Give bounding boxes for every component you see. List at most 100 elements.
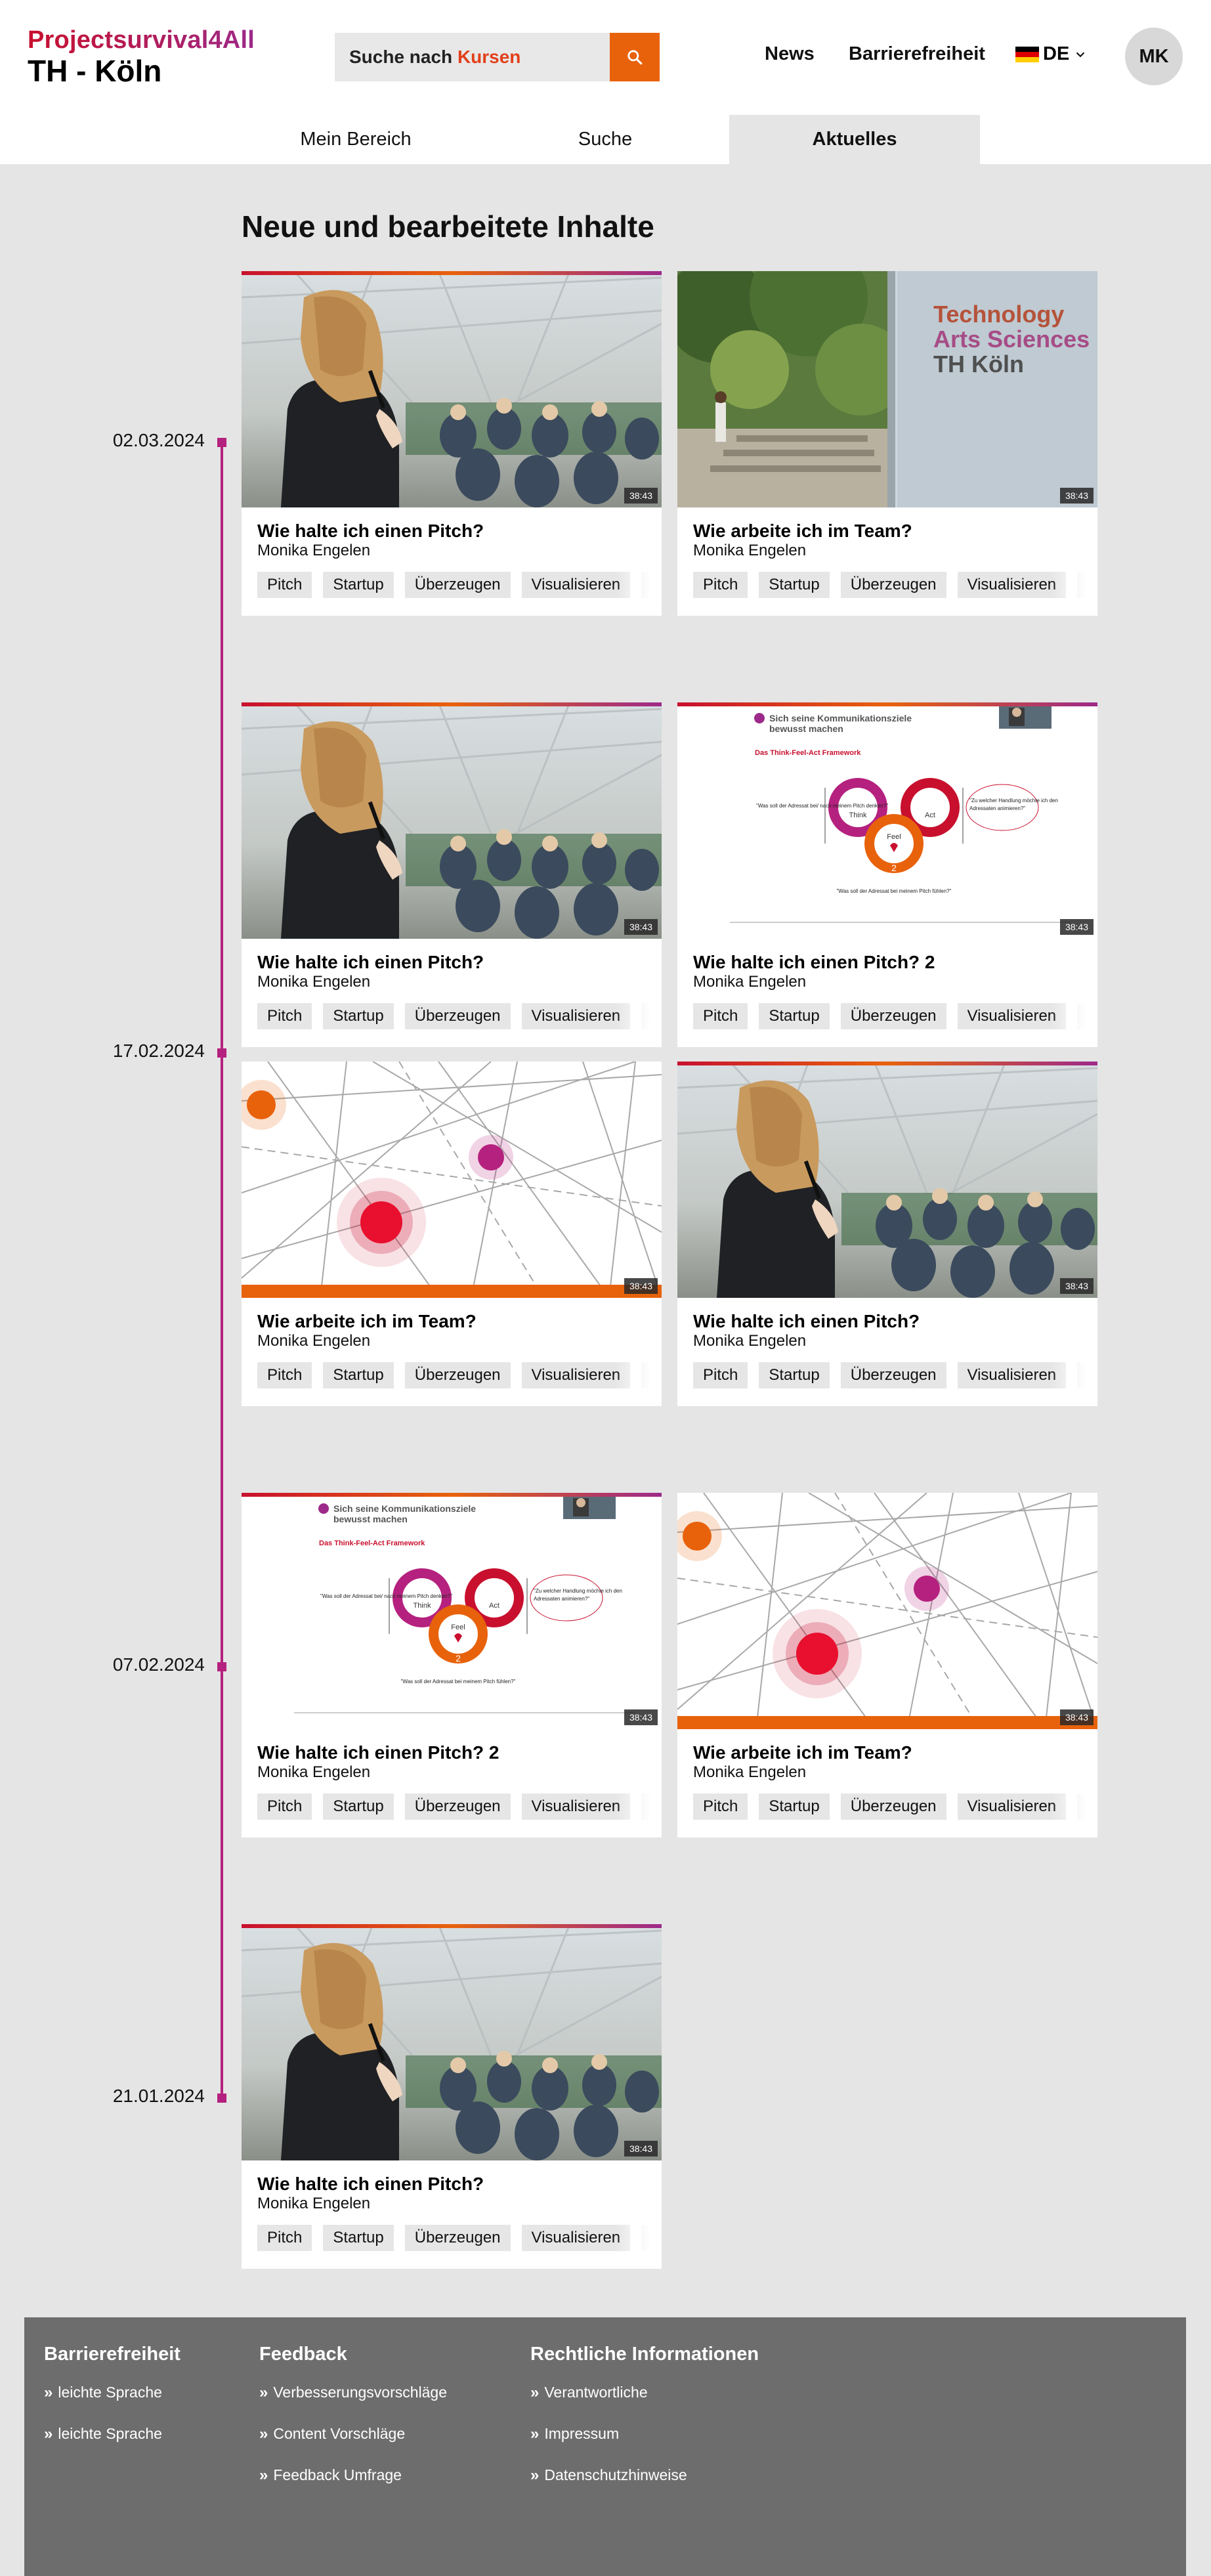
svg-text:1: 1	[855, 786, 860, 796]
nav-news[interactable]: News	[765, 43, 815, 65]
tag-chip[interactable]: Pitch	[257, 572, 312, 598]
tag-chip[interactable]: Überzeugen	[840, 1793, 946, 1820]
card-title[interactable]: Wie arbeite ich im Team?	[257, 1311, 477, 1332]
tag-chip[interactable]: Pitch	[693, 1793, 748, 1820]
timeline-date: 02.03.2024	[112, 430, 205, 450]
tag-chip[interactable]: Visualisieren	[521, 1362, 631, 1388]
footer-link[interactable]: » leichte Sprache	[44, 2425, 181, 2466]
tag-chip[interactable]: Überzeugen	[404, 572, 511, 598]
content-card[interactable]: 38:43 Wie halte ich einen Pitch? Monika En…	[242, 702, 662, 1047]
tag-chip[interactable]: Überzeugen	[404, 1793, 511, 1820]
video-thumbnail[interactable]	[242, 1062, 662, 1298]
card-title[interactable]: Wie halte ich einen Pitch? 2	[257, 1742, 499, 1763]
brand-project-name: Projectsurvival4All	[28, 26, 255, 54]
tag-chip[interactable]: Überzeugen	[404, 2225, 511, 2251]
card-title[interactable]: Wie halte ich einen Pitch?	[257, 521, 484, 542]
tag-list: PitchStartupÜberzeugenVisualisierenVo	[693, 1003, 1097, 1029]
tag-chip[interactable]: Pitch	[257, 1362, 312, 1388]
tag-chip[interactable]: Überzeugen	[404, 1362, 511, 1388]
tag-chip[interactable]: Pitch	[257, 2225, 312, 2251]
footer-link[interactable]: » Content Vorschläge	[259, 2425, 447, 2466]
video-thumbnail[interactable]: Sich seine Kommunikationsziele bewusst m…	[242, 1493, 662, 1729]
tag-chip[interactable]: Visualisieren	[521, 1793, 631, 1820]
tag-chip[interactable]: Überzeugen	[404, 1003, 511, 1029]
tag-chip[interactable]: Visualisieren	[957, 572, 1067, 598]
content-card[interactable]: Sich seine Kommunikationsziele bewusst m…	[677, 702, 1097, 1047]
card-accent-bar	[677, 1062, 1097, 1065]
tag-chip[interactable]: Überzeugen	[840, 1362, 946, 1388]
tag-chip[interactable]: Startup	[323, 1793, 394, 1820]
content-card[interactable]: Technology Arts Sciences TH Köln 38:43 Wi…	[677, 271, 1097, 616]
user-avatar[interactable]: MK	[1125, 28, 1183, 85]
content-card[interactable]: 38:43 Wie arbeite ich im Team? Monika Enge…	[677, 1493, 1097, 1837]
footer-heading: Barrierefreiheit	[44, 2344, 181, 2365]
content-card[interactable]: 38:43 Wie arbeite ich im Team? Monika Enge…	[242, 1062, 662, 1406]
tag-chip[interactable]: Startup	[759, 1793, 830, 1820]
slide-question-act: "Zu welcher Handlung möchte ich den	[534, 1588, 622, 1594]
tag-chip[interactable]: Überzeugen	[840, 1003, 946, 1029]
tag-chip[interactable]: Startup	[759, 572, 830, 598]
video-thumbnail[interactable]	[677, 1493, 1097, 1729]
tag-chip[interactable]: Startup	[323, 1362, 394, 1388]
tag-chip[interactable]: Visualisieren	[521, 2225, 631, 2251]
nav-accessibility[interactable]: Barrierefreiheit	[849, 43, 985, 65]
video-thumbnail[interactable]	[677, 1062, 1097, 1298]
card-title[interactable]: Wie arbeite ich im Team?	[693, 521, 912, 542]
tag-chip[interactable]: Visualisieren	[957, 1003, 1067, 1029]
video-thumbnail[interactable]	[242, 702, 662, 939]
footer-link[interactable]: » leichte Sprache	[44, 2384, 181, 2425]
footer-heading: Feedback	[259, 2344, 347, 2365]
card-title[interactable]: Wie arbeite ich im Team?	[693, 1742, 912, 1763]
tag-overflow-fade	[1052, 1788, 1097, 1825]
video-thumbnail[interactable]: Technology Arts Sciences TH Köln	[677, 271, 1097, 507]
tag-chip[interactable]: Pitch	[693, 572, 748, 598]
brand-logo[interactable]: Projectsurvival4All TH - Köln	[28, 26, 255, 89]
tag-chip[interactable]: Visualisieren	[521, 572, 631, 598]
tag-chip[interactable]: Startup	[323, 2225, 394, 2251]
footer-link[interactable]: » Impressum	[530, 2425, 759, 2466]
tag-chip[interactable]: Visualisieren	[957, 1362, 1067, 1388]
tag-chip[interactable]: Startup	[323, 572, 394, 598]
slide-question-think: "Was soll der Adressat bei/ nach meinem …	[320, 1593, 452, 1599]
content-card[interactable]: 38:43 Wie halte ich einen Pitch? Monika En…	[677, 1062, 1097, 1406]
tag-chip[interactable]: Visualisieren	[957, 1793, 1067, 1820]
tag-chip[interactable]: Pitch	[257, 1793, 312, 1820]
video-thumbnail[interactable]: Sich seine Kommunikationsziele bewusst m…	[677, 702, 1097, 939]
footer-link[interactable]: » Verantwortliche	[530, 2384, 759, 2425]
video-thumbnail[interactable]	[242, 271, 662, 507]
tag-chip[interactable]: Überzeugen	[840, 572, 946, 598]
content-card[interactable]: 38:43 Wie halte ich einen Pitch? Monika En…	[242, 1924, 662, 2269]
svg-text:2: 2	[456, 1653, 461, 1664]
double-chevron-right-icon: »	[259, 2384, 268, 2401]
language-label: DE	[1043, 43, 1070, 64]
card-title[interactable]: Wie halte ich einen Pitch?	[257, 2174, 484, 2195]
slide-act-label: Act	[489, 1602, 499, 1610]
content-card[interactable]: 38:43 Wie halte ich einen Pitch? Monika En…	[242, 271, 662, 616]
tab-mein-bereich[interactable]: Mein Bereich	[230, 115, 481, 164]
tag-chip[interactable]: Startup	[759, 1003, 830, 1029]
tag-chip[interactable]: Pitch	[693, 1362, 748, 1388]
footer-link[interactable]: » Feedback Umfrage	[259, 2466, 447, 2508]
tag-chip[interactable]: Visualisieren	[521, 1003, 631, 1029]
search-input[interactable]: Suche nach Kursen	[335, 47, 521, 68]
footer-link[interactable]: » Verbesserungsvorschläge	[259, 2384, 447, 2425]
video-thumbnail[interactable]	[242, 1924, 662, 2160]
timeline-date: 21.01.2024	[112, 2086, 205, 2106]
tag-chip[interactable]: Pitch	[693, 1003, 748, 1029]
tag-chip[interactable]: Pitch	[257, 1003, 312, 1029]
card-author: Monika Engelen	[257, 1763, 371, 1781]
footer-link[interactable]: » Datenschutzhinweise	[530, 2466, 759, 2508]
tab-aktuelles[interactable]: Aktuelles	[729, 115, 980, 164]
search-button[interactable]	[610, 33, 660, 81]
tag-chip[interactable]: Startup	[323, 1003, 394, 1029]
search-bar[interactable]: Suche nach Kursen	[335, 33, 660, 81]
campus-sign-line2: Arts Sciences	[933, 326, 1090, 353]
card-title[interactable]: Wie halte ich einen Pitch? 2	[693, 952, 935, 973]
content-card[interactable]: Sich seine Kommunikationsziele bewusst m…	[242, 1493, 662, 1837]
card-title[interactable]: Wie halte ich einen Pitch?	[693, 1311, 920, 1332]
footer-col-accessibility: Barrierefreiheit » leichte Sprache » leich…	[44, 2344, 181, 2466]
tab-suche[interactable]: Suche	[480, 115, 731, 164]
tag-chip[interactable]: Startup	[759, 1362, 830, 1388]
language-selector[interactable]: DE	[1015, 43, 1088, 65]
card-title[interactable]: Wie halte ich einen Pitch?	[257, 952, 484, 973]
